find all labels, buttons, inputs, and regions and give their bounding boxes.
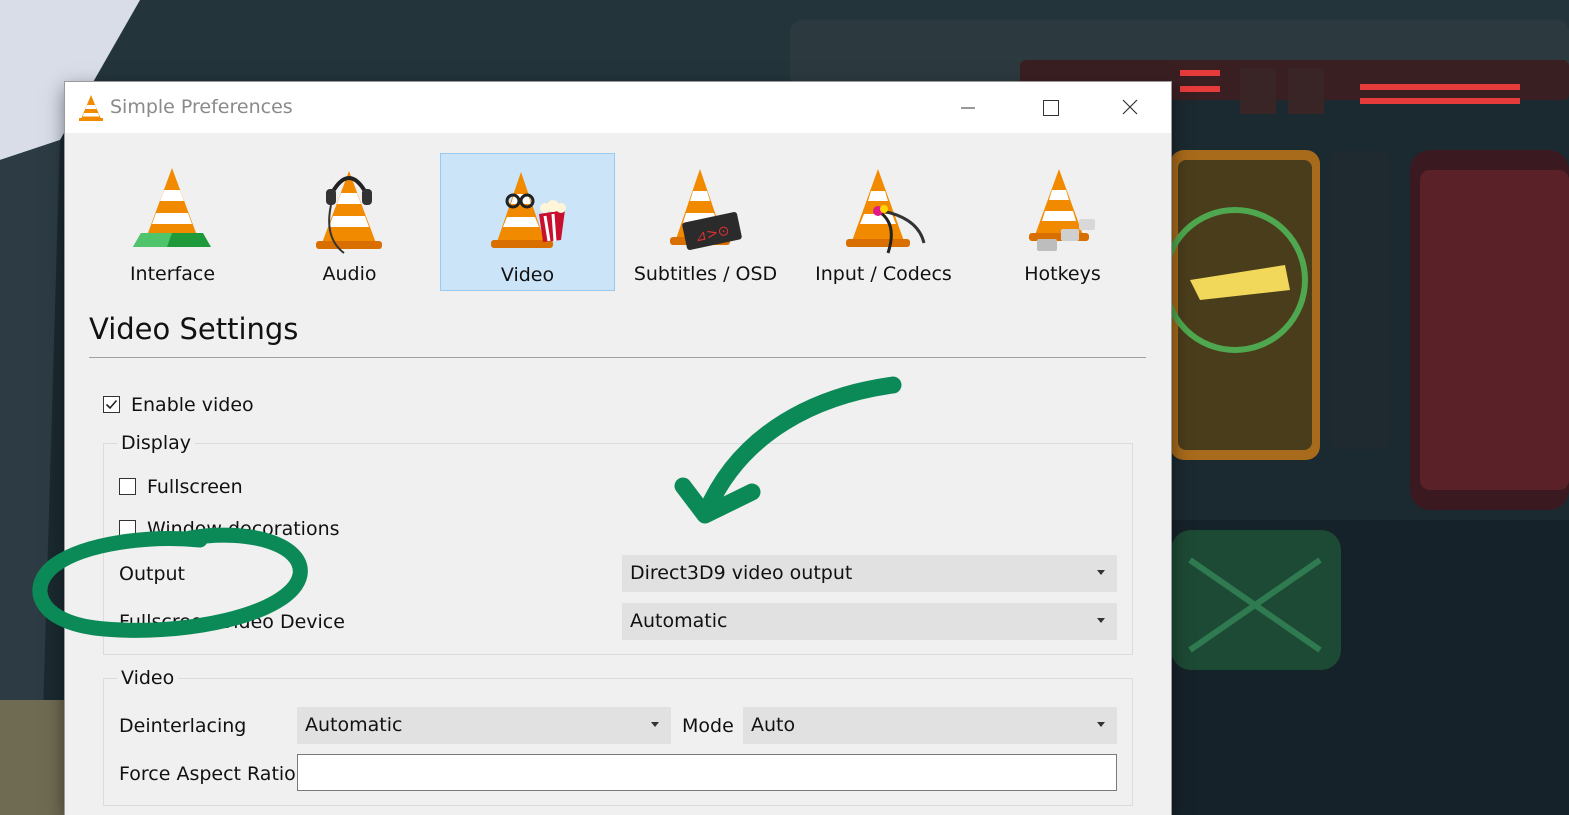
- fullscreen-device-select[interactable]: Automatic: [622, 603, 1117, 640]
- chevron-down-icon: [1097, 722, 1105, 727]
- close-icon: [1122, 99, 1138, 115]
- category-label: Audio: [322, 263, 377, 285]
- output-label: Output: [119, 563, 185, 585]
- force-aspect-ratio-label: Force Aspect Ratio: [119, 763, 296, 785]
- output-select-value: Direct3D9 video output: [630, 562, 853, 584]
- vlc-cone-headphones-icon: [316, 171, 382, 254]
- minimize-button[interactable]: [927, 82, 1007, 133]
- vlc-cone-keys-icon: [1029, 169, 1095, 251]
- category-audio[interactable]: Audio: [262, 153, 437, 291]
- vlc-cone-cables-icon: [846, 169, 926, 254]
- deinterlacing-select[interactable]: Automatic: [297, 707, 671, 744]
- window-title: Simple Preferences: [110, 96, 293, 118]
- deinterlacing-label: Deinterlacing: [119, 715, 247, 737]
- close-button[interactable]: [1090, 82, 1170, 133]
- category-toolbar: Interface Audio Video ⊿>⊙ Subtitles / OS…: [65, 133, 1171, 293]
- category-hotkeys[interactable]: Hotkeys: [975, 153, 1150, 291]
- category-label: Subtitles / OSD: [633, 263, 778, 285]
- category-label: Video: [500, 264, 555, 286]
- chevron-down-icon: [651, 722, 659, 727]
- mode-label: Mode: [682, 715, 734, 737]
- window-decorations-label: Window decorations: [147, 518, 340, 540]
- maximize-icon: [1043, 100, 1059, 116]
- fullscreen-device-value: Automatic: [630, 610, 728, 632]
- output-select[interactable]: Direct3D9 video output: [622, 555, 1117, 592]
- force-aspect-ratio-input[interactable]: [297, 754, 1117, 791]
- preferences-window: Simple Preferences Interface Audio Video…: [65, 82, 1171, 815]
- section-title: Video Settings: [89, 312, 299, 346]
- maximize-button[interactable]: [1009, 82, 1089, 133]
- title-bar[interactable]: Simple Preferences: [65, 82, 1171, 133]
- category-interface[interactable]: Interface: [85, 153, 260, 291]
- vlc-cone-interface-icon: [133, 168, 211, 247]
- checkmark-icon: [105, 399, 118, 410]
- category-video[interactable]: Video: [440, 153, 615, 291]
- checkbox-box[interactable]: [119, 478, 136, 495]
- minimize-icon: [961, 107, 975, 109]
- chevron-down-icon: [1097, 570, 1105, 575]
- display-group-title: Display: [117, 432, 196, 454]
- vlc-app-icon: [79, 95, 103, 121]
- enable-video-label: Enable video: [131, 394, 254, 416]
- chevron-down-icon: [1097, 618, 1105, 623]
- category-label: Interface: [129, 263, 216, 285]
- category-label: Input / Codecs: [815, 263, 952, 285]
- deinterlacing-value: Automatic: [305, 714, 403, 736]
- video-group-title: Video: [117, 667, 179, 689]
- vlc-cone-subtitles-icon: ⊿>⊙: [670, 169, 742, 250]
- category-label: Hotkeys: [1024, 263, 1101, 285]
- checkbox-box[interactable]: [119, 520, 136, 537]
- vlc-cone-glasses-popcorn-icon: [491, 172, 566, 248]
- fullscreen-label: Fullscreen: [147, 476, 243, 498]
- mode-select[interactable]: Auto: [743, 707, 1117, 744]
- checkbox-box[interactable]: [103, 396, 120, 413]
- fullscreen-device-label: Fullscreen Video Device: [119, 611, 345, 633]
- category-input-codecs[interactable]: Input / Codecs: [796, 153, 971, 291]
- mode-value: Auto: [751, 714, 796, 736]
- category-subtitles-osd[interactable]: ⊿>⊙ Subtitles / OSD: [618, 153, 793, 291]
- section-divider: [89, 357, 1146, 358]
